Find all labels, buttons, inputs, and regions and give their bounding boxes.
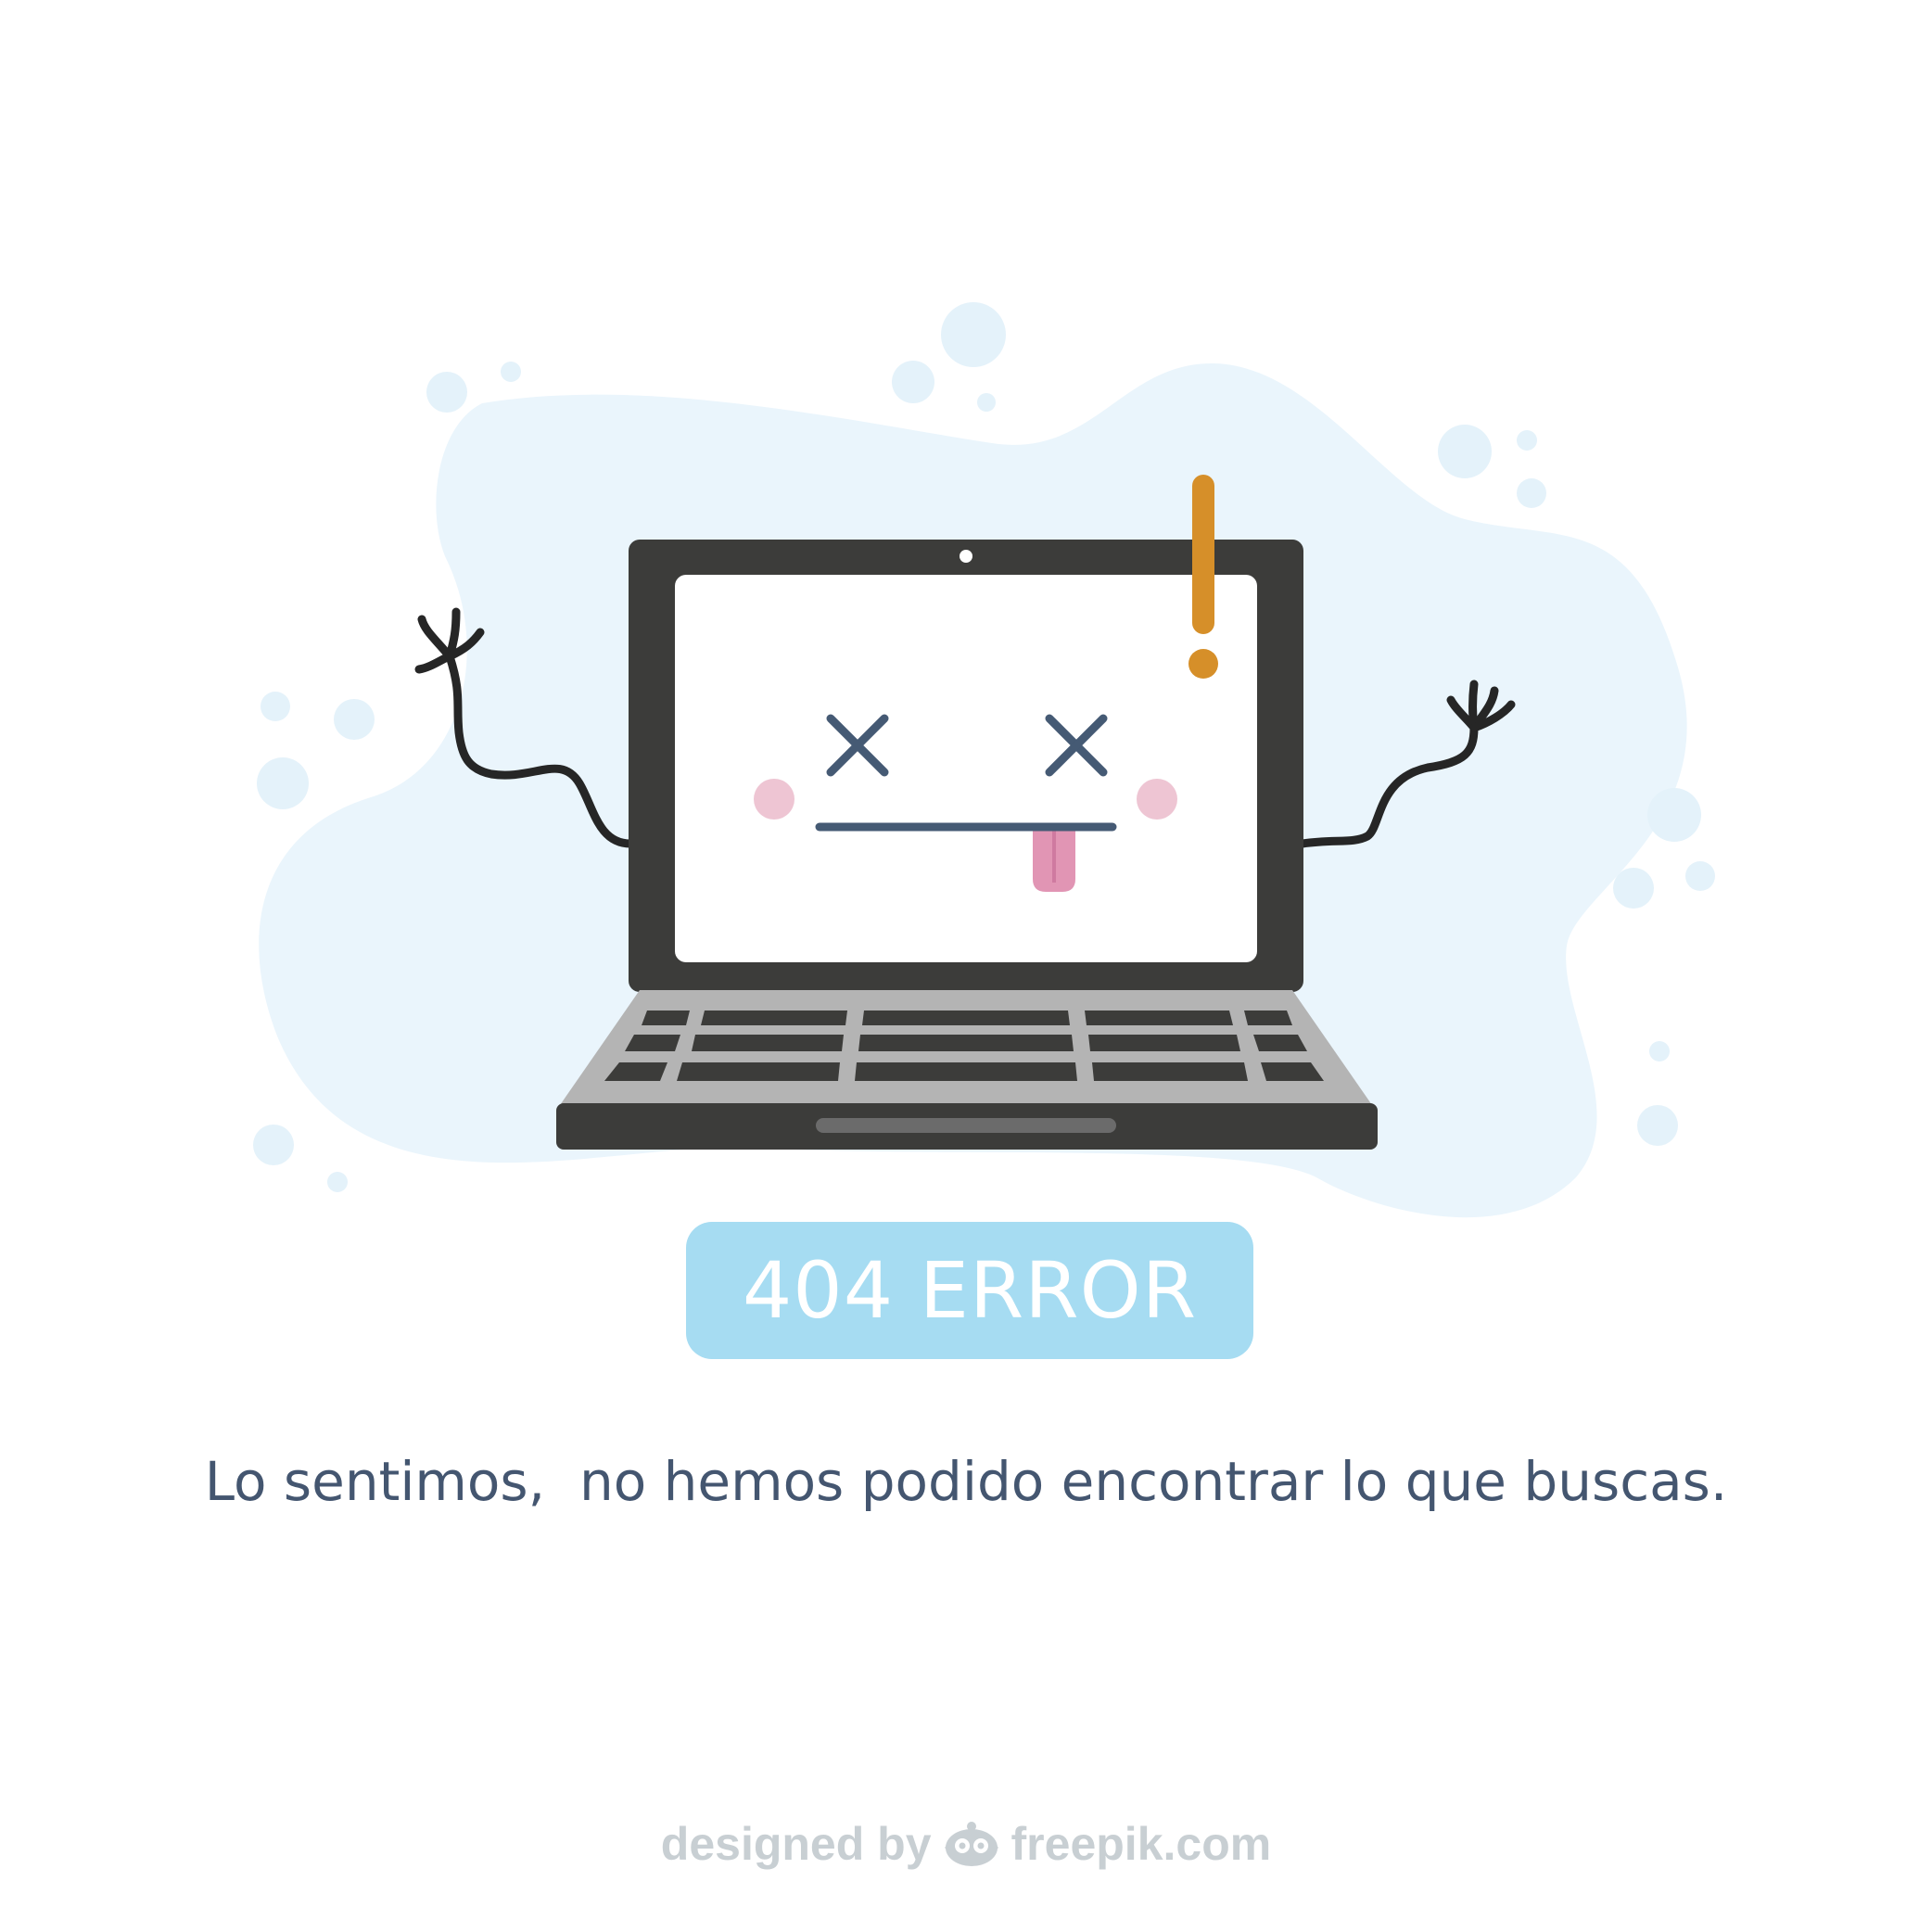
left-cheek — [754, 779, 794, 820]
credit-line[interactable]: designed by freepik.com — [0, 1817, 1932, 1871]
credit-brand: freepik.com — [1010, 1818, 1272, 1870]
laptop-illustration — [253, 302, 1715, 1218]
webcam-icon — [960, 550, 972, 563]
freepik-owl-icon — [944, 1822, 998, 1866]
keyboard-keys — [604, 1010, 1324, 1081]
trackpad — [816, 1118, 1116, 1133]
laptop-screen — [675, 575, 1257, 962]
error-badge: 404 ERROR — [686, 1222, 1253, 1359]
error-message: Lo sentimos, no hemos podido encontrar l… — [204, 1450, 1728, 1513]
right-cheek — [1137, 779, 1177, 820]
error-page: 404 ERROR Lo sentimos, no hemos podido e… — [0, 0, 1932, 1932]
credit-prefix: designed by — [660, 1818, 932, 1870]
